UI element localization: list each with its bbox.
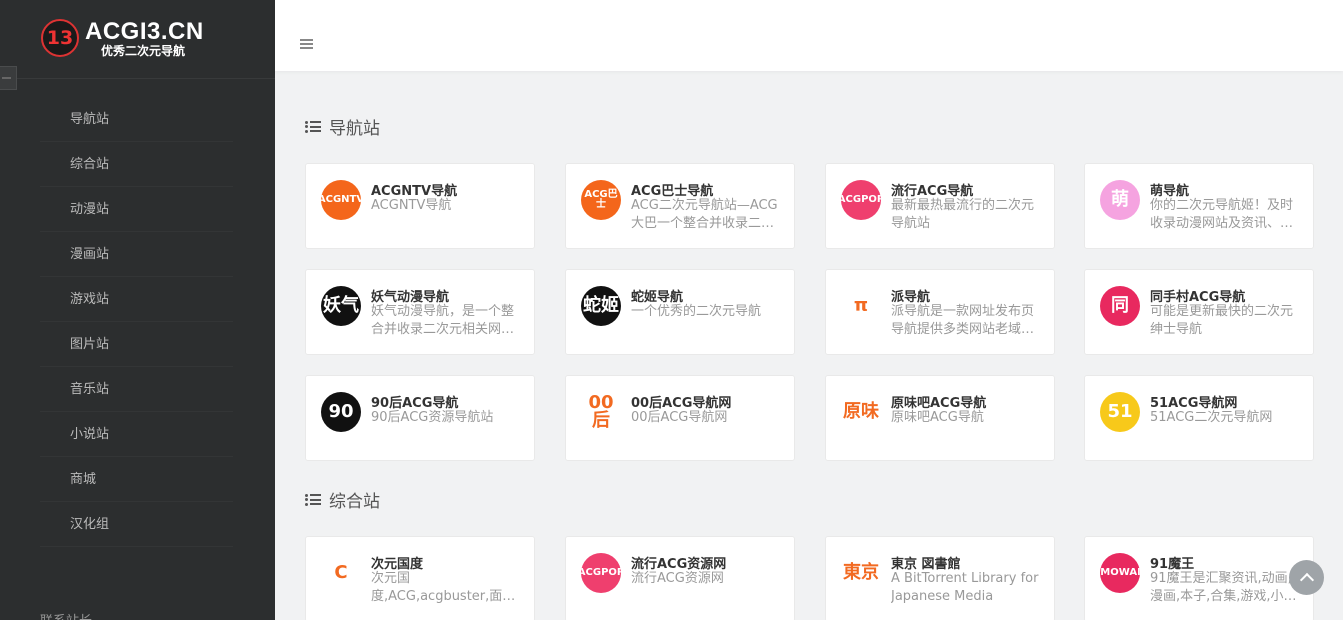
site-logo-icon: ACGNTV xyxy=(321,180,361,220)
site-card-description: 最新最热最流行的二次元导航站 xyxy=(891,198,1035,231)
site-card-description: 流行ACG资源网 xyxy=(631,571,724,586)
site-card[interactable]: 妖气 妖气动漫导航 妖气动漫导航，是一个整合并收录二次元相关网… xyxy=(305,269,535,355)
site-card-description: 一个优秀的二次元导航 xyxy=(631,304,762,319)
site-logo-icon: 51 xyxy=(1100,392,1140,432)
contact-link[interactable]: 联系站长 xyxy=(40,610,92,620)
site-card[interactable]: C次元国度次元国度,ACG,acgbuster,面码acgbuster,acgb… xyxy=(305,536,535,620)
site-card[interactable]: ACG巴士 ACG巴士导航 ACG二次元导航站—ACG大巴一个整合并收录二… xyxy=(565,163,795,249)
site-card-description: ACG二次元导航站—ACG大巴一个整合并收录二… xyxy=(631,198,778,231)
site-logo-icon: π xyxy=(841,286,881,326)
sidebar-item-anime[interactable]: 动漫站 xyxy=(40,187,233,232)
list-icon xyxy=(305,120,321,133)
chevron-up-icon xyxy=(1299,572,1314,588)
menu-icon[interactable] xyxy=(300,39,313,50)
site-logo-icon: 東京 xyxy=(841,553,881,593)
site-card[interactable]: 51 51ACG导航网 51ACG二次元导航网 xyxy=(1084,375,1314,461)
site-card-description: ACGNTV导航 xyxy=(371,198,452,213)
sidebar-item-nav-sites[interactable]: 导航站 xyxy=(40,97,233,142)
sidebar-item-games[interactable]: 游戏站 xyxy=(40,277,233,322)
top-header xyxy=(275,0,1343,71)
site-card-description: 你的二次元导航姬！及时收录动漫网站及资讯、… xyxy=(1150,198,1294,231)
site-card[interactable]: 東京 東京 図書館 A BitTorrent Library for Japanes… xyxy=(825,536,1055,620)
site-logo[interactable]: 13 ACGI3.CN 优秀二次元导航 xyxy=(41,19,204,57)
logo-title: ACGI3.CN xyxy=(85,17,204,45)
site-card[interactable]: π 派导航 派导航是一款网址发布页导航提供多类网站老域… xyxy=(825,269,1055,355)
site-logo-icon: 同 xyxy=(1100,286,1140,326)
site-card-description: 派导航是一款网址发布页导航提供多类网站老域… xyxy=(891,304,1035,337)
site-card-description: 原味吧ACG导航 xyxy=(891,410,984,425)
site-card[interactable]: ACGPOP 流行ACG资源网 流行ACG资源网 xyxy=(565,536,795,620)
section-title-text: 综合站 xyxy=(329,492,380,512)
sidebar-item-music[interactable]: 音乐站 xyxy=(40,367,233,412)
site-card-description: 90后ACG资源导航站 xyxy=(371,410,494,425)
site-logo-icon: ACGPOP xyxy=(841,180,881,220)
sidebar-collapse-button[interactable] xyxy=(0,66,17,90)
site-logo-icon: 91MOWANG xyxy=(1100,553,1140,593)
site-card[interactable]: 萌萌导航 你的二次元导航姬！及时收录动漫网站及资讯、… xyxy=(1084,163,1314,249)
site-card-description: 次元国度,ACG,acgbuster,面码acgbuster,acgbust… xyxy=(371,571,516,604)
site-card[interactable]: 蛇姬 蛇姬导航 一个优秀的二次元导航 xyxy=(565,269,795,355)
site-logo-icon: C xyxy=(321,553,361,593)
site-card-description: A BitTorrent Library for Japanese Media xyxy=(891,571,1039,604)
sidebar-item-translation[interactable]: 汉化组 xyxy=(40,502,233,547)
site-logo-icon: 90 xyxy=(321,392,361,432)
site-card-description: 妖气动漫导航，是一个整合并收录二次元相关网… xyxy=(371,304,515,337)
site-card[interactable]: 00后 00后ACG导航网 00后ACG导航网 xyxy=(565,375,795,461)
site-logo-icon: 00后 xyxy=(581,392,621,432)
site-card[interactable]: ACGPOP 流行ACG导航 最新最热最流行的二次元导航站 xyxy=(825,163,1055,249)
site-logo-icon: ACG巴士 xyxy=(581,180,621,220)
divider xyxy=(0,78,275,79)
site-card-description: 00后ACG导航网 xyxy=(631,410,728,425)
site-logo-icon: 萌 xyxy=(1100,180,1140,220)
site-logo-icon: 原味 xyxy=(841,392,881,432)
site-card[interactable]: ACGNTV ACGNTV导航 ACGNTV导航 xyxy=(305,163,535,249)
sidebar: 13 ACGI3.CN 优秀二次元导航 导航站 综合站 动漫站 漫画站 游戏站 … xyxy=(0,0,275,620)
sidebar-item-shop[interactable]: 商城 xyxy=(40,457,233,502)
site-logo-icon: ACGPOP xyxy=(581,553,621,593)
site-logo-icon: 妖气 xyxy=(321,286,361,326)
sidebar-item-general[interactable]: 综合站 xyxy=(40,142,233,187)
list-icon xyxy=(305,493,321,506)
back-to-top-button[interactable] xyxy=(1289,560,1324,595)
sidebar-nav: 导航站 综合站 动漫站 漫画站 游戏站 图片站 音乐站 小说站 商城 汉化组 xyxy=(40,97,233,547)
sidebar-item-manga[interactable]: 漫画站 xyxy=(40,232,233,277)
section-title: 导航站 xyxy=(305,114,380,139)
section-title: 综合站 xyxy=(305,487,380,512)
site-card-description: 51ACG二次元导航网 xyxy=(1150,410,1273,425)
site-card[interactable]: 同同手村ACG导航 可能是更新最快的二次元绅士导航 xyxy=(1084,269,1314,355)
site-card-description: 91魔王是汇聚资讯,动画,漫画,本子,合集,游戏,小… xyxy=(1150,571,1297,604)
sidebar-item-images[interactable]: 图片站 xyxy=(40,322,233,367)
logo-badge: 13 xyxy=(41,19,79,57)
site-card[interactable]: 91MOWANG91魔王91魔王是汇聚资讯,动画,漫画,本子,合集,游戏,小… xyxy=(1084,536,1314,620)
sidebar-item-novels[interactable]: 小说站 xyxy=(40,412,233,457)
logo-subtitle: 优秀二次元导航 xyxy=(101,43,186,58)
site-logo-icon: 蛇姬 xyxy=(581,286,621,326)
site-card-description: 可能是更新最快的二次元绅士导航 xyxy=(1150,304,1294,337)
site-card[interactable]: 90 90后ACG导航 90后ACG资源导航站 xyxy=(305,375,535,461)
section-title-text: 导航站 xyxy=(329,119,380,139)
site-card[interactable]: 原味 原味吧ACG导航 原味吧ACG导航 xyxy=(825,375,1055,461)
